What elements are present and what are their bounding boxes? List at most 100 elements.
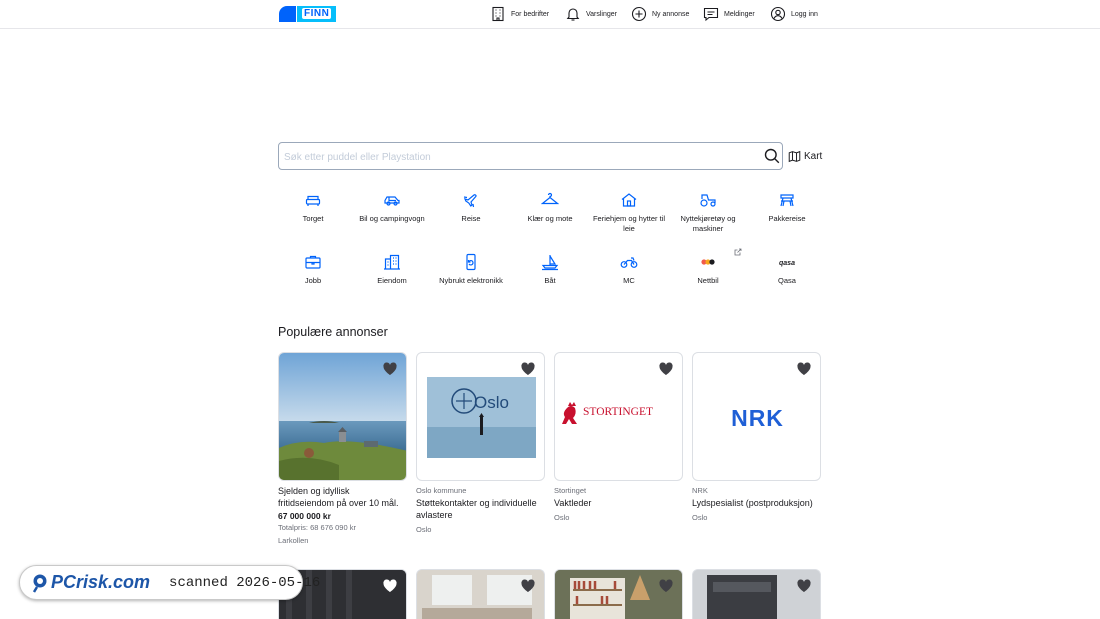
category-klaer[interactable]: Klær og mote [510, 191, 590, 224]
ad-image[interactable]: STORTINGET [554, 352, 683, 481]
ad-card[interactable]: Sjelden og idyllisk fritidseiendom på ov… [278, 352, 408, 545]
magnifier-logo-icon [32, 574, 47, 593]
ad-location: Oslo [554, 513, 570, 522]
ad-image[interactable] [554, 569, 683, 619]
car-icon [384, 196, 400, 206]
category-label: Nettbil [697, 276, 719, 285]
category-reise[interactable]: Reise [431, 191, 511, 224]
category-label: Jobb [304, 276, 322, 285]
search-input[interactable] [284, 149, 754, 165]
search-box [278, 142, 783, 170]
category-mc[interactable]: MC [589, 253, 669, 286]
pcrisk-watermark: PCrisk.com scanned 2026-05-16 [19, 565, 320, 600]
nrk-logo-text: NRK [731, 405, 784, 431]
map-link[interactable]: Kart [788, 148, 822, 164]
tractor-icon [700, 194, 716, 207]
heart-icon[interactable] [658, 578, 674, 594]
heart-icon[interactable] [382, 361, 398, 377]
stortinget-logo-text: STORTINGET [583, 406, 653, 418]
ad-card[interactable]: NRK NRK Lydspesialist (postproduksjon) O… [692, 352, 822, 522]
plus-circle-icon [631, 6, 647, 22]
bell-icon [566, 8, 580, 21]
sailboat-icon [541, 255, 559, 271]
category-label: Qasa [778, 276, 796, 285]
watermark-scan-text: scanned 2026-05-16 [169, 574, 321, 591]
ad-image[interactable] [416, 569, 545, 619]
category-nybrukt[interactable]: Nybrukt elektronikk [431, 253, 511, 286]
airplane-icon [463, 194, 477, 208]
category-jobb[interactable]: Jobb [273, 253, 353, 286]
category-label: Eiendom [377, 276, 407, 285]
ad-title[interactable]: Støttekontakter og individuelle avlaster… [416, 497, 546, 521]
ad-location: Oslo [692, 513, 708, 522]
finn-logo-mark [279, 5, 296, 22]
category-bil[interactable]: Bil og campingvogn [352, 191, 432, 224]
ad-card[interactable] [554, 569, 684, 619]
map-icon [788, 150, 801, 162]
heart-icon[interactable] [796, 361, 812, 377]
category-bat[interactable]: Båt [510, 253, 590, 286]
ad-org: Oslo kommune [416, 486, 467, 495]
heart-icon[interactable] [382, 578, 398, 594]
pcrisk-logo: PCrisk.com [31, 572, 150, 593]
chat-icon [703, 7, 719, 22]
category-label: Reise [461, 214, 481, 223]
ad-org: Stortinget [554, 486, 587, 495]
ad-image[interactable] [278, 352, 407, 481]
ad-location: Oslo [416, 525, 432, 534]
buildings-icon [384, 254, 400, 270]
nav-meldinger[interactable]: Meldinger [703, 4, 755, 24]
finn-logo[interactable]: FINN [279, 5, 337, 22]
ad-title[interactable]: Lydspesialist (postproduksjon) [692, 497, 822, 509]
category-label: Bil og campingvogn [359, 214, 425, 223]
nav-varslinger[interactable]: Varslinger [565, 4, 617, 24]
nav-logg-inn[interactable]: Logg inn [770, 4, 818, 24]
category-qasa[interactable]: qasa Qasa [747, 253, 827, 286]
category-label: Klær og mote [527, 214, 573, 223]
category-label: Pakkereise [768, 214, 806, 223]
finn-logo-text: FINN [297, 5, 337, 22]
hanger-icon [541, 192, 559, 205]
pcrisk-brand-text: PCrisk.com [51, 572, 151, 592]
nav-ny-annonse[interactable]: Ny annonse [631, 4, 689, 24]
ad-card[interactable] [692, 569, 822, 619]
ad-image[interactable] [692, 569, 821, 619]
ad-title[interactable]: Sjelden og idyllisk fritidseiendom på ov… [278, 485, 408, 509]
heart-icon[interactable] [796, 578, 812, 594]
nettbil-logo-icon [701, 259, 715, 265]
ad-image[interactable]: NRK [692, 352, 821, 481]
sofa-icon [305, 195, 321, 206]
category-nyttekjoretoy[interactable]: Nyttekjøretøy og maskiner [668, 191, 748, 233]
ad-title[interactable]: Vaktleder [554, 497, 684, 509]
ad-price: 67 000 000 kr [278, 511, 331, 521]
heart-icon[interactable] [658, 361, 674, 377]
building-icon [492, 6, 504, 22]
category-nettbil[interactable]: Nettbil [668, 253, 748, 286]
svg-text:qasa: qasa [779, 260, 795, 267]
heart-icon[interactable] [520, 578, 536, 594]
category-pakkereise[interactable]: Pakkereise [747, 191, 827, 224]
nav-for-bedrifter[interactable]: For bedrifter [490, 4, 549, 24]
map-label: Kart [804, 150, 823, 162]
nav-label: Logg inn [791, 10, 818, 18]
user-circle-icon [770, 6, 786, 22]
category-label: Torget [302, 214, 324, 223]
search-icon[interactable] [764, 148, 780, 164]
ad-card[interactable]: STORTINGET Stortinget Vaktleder Oslo [554, 352, 684, 522]
category-feriehjem[interactable]: Feriehjem og hytter til leie [589, 191, 669, 233]
ad-card[interactable] [416, 569, 546, 619]
category-torget[interactable]: Torget [273, 191, 353, 224]
briefcase-icon [305, 255, 321, 269]
ad-location: Larkollen [278, 536, 309, 545]
category-label: Nybrukt elektronikk [439, 276, 503, 285]
external-link-icon [734, 248, 742, 256]
top-header: FINN For bedrifter Varslinger Ny annonse… [0, 0, 1100, 29]
category-label: Båt [544, 276, 556, 285]
heart-icon[interactable] [520, 361, 536, 377]
nav-label: Varslinger [586, 10, 617, 18]
category-eiendom[interactable]: Eiendom [352, 253, 432, 286]
ad-image[interactable]: Oslo [416, 352, 545, 481]
ad-card[interactable]: Oslo Oslo kommune Støttekontakter og ind… [416, 352, 546, 534]
oslo-logo-text: Oslo [474, 393, 509, 412]
category-label: Nyttekjøretøy og maskiner [680, 214, 736, 233]
